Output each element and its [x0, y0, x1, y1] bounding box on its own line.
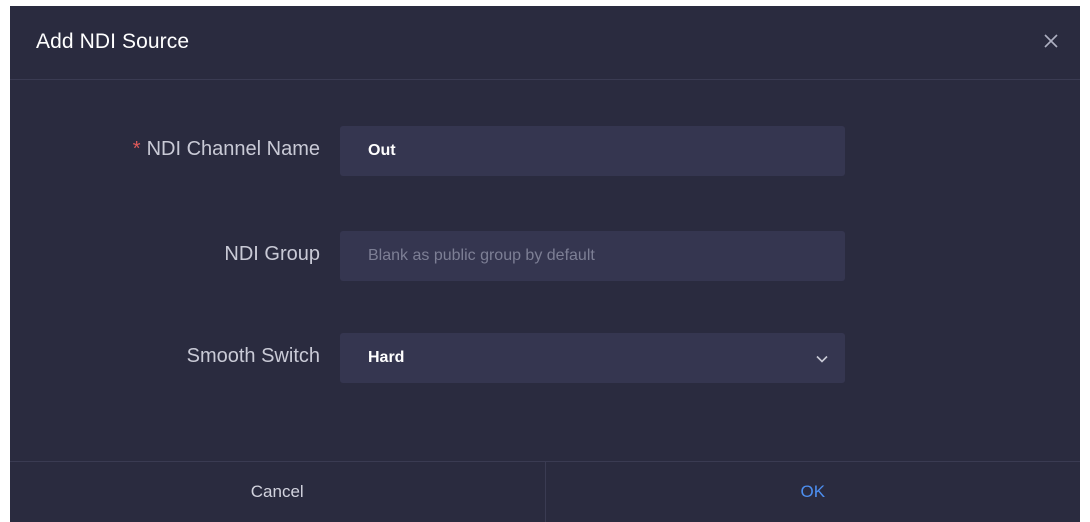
- channel-name-label: * NDI Channel Name: [133, 126, 320, 176]
- smooth-switch-label: Smooth Switch: [186, 345, 320, 367]
- cancel-button[interactable]: Cancel: [10, 462, 546, 522]
- channel-name-row: * NDI Channel Name: [10, 126, 1080, 176]
- group-input[interactable]: [340, 231, 845, 281]
- channel-name-label-text: NDI Channel Name: [146, 138, 320, 160]
- dialog-footer: Cancel OK: [10, 461, 1080, 522]
- chevron-down-icon: [815, 352, 829, 366]
- smooth-switch-value: Hard: [368, 349, 405, 366]
- smooth-switch-row: Smooth Switch Hard: [10, 333, 1080, 383]
- close-icon[interactable]: [1040, 30, 1062, 52]
- channel-name-field: [340, 126, 845, 176]
- group-label: NDI Group: [224, 243, 320, 265]
- add-ndi-source-dialog: Add NDI Source *NDI Channel Name NDI Gro…: [10, 6, 1080, 522]
- smooth-switch-select[interactable]: Hard: [340, 333, 845, 383]
- group-field: [340, 231, 845, 281]
- channel-name-input[interactable]: [340, 126, 845, 176]
- dialog-header: Add NDI Source: [10, 6, 1080, 80]
- required-mark: *: [132, 138, 141, 160]
- group-row: NDI Group: [10, 231, 1080, 281]
- dialog-title: Add NDI Source: [36, 30, 190, 53]
- ok-button[interactable]: OK: [546, 462, 1081, 522]
